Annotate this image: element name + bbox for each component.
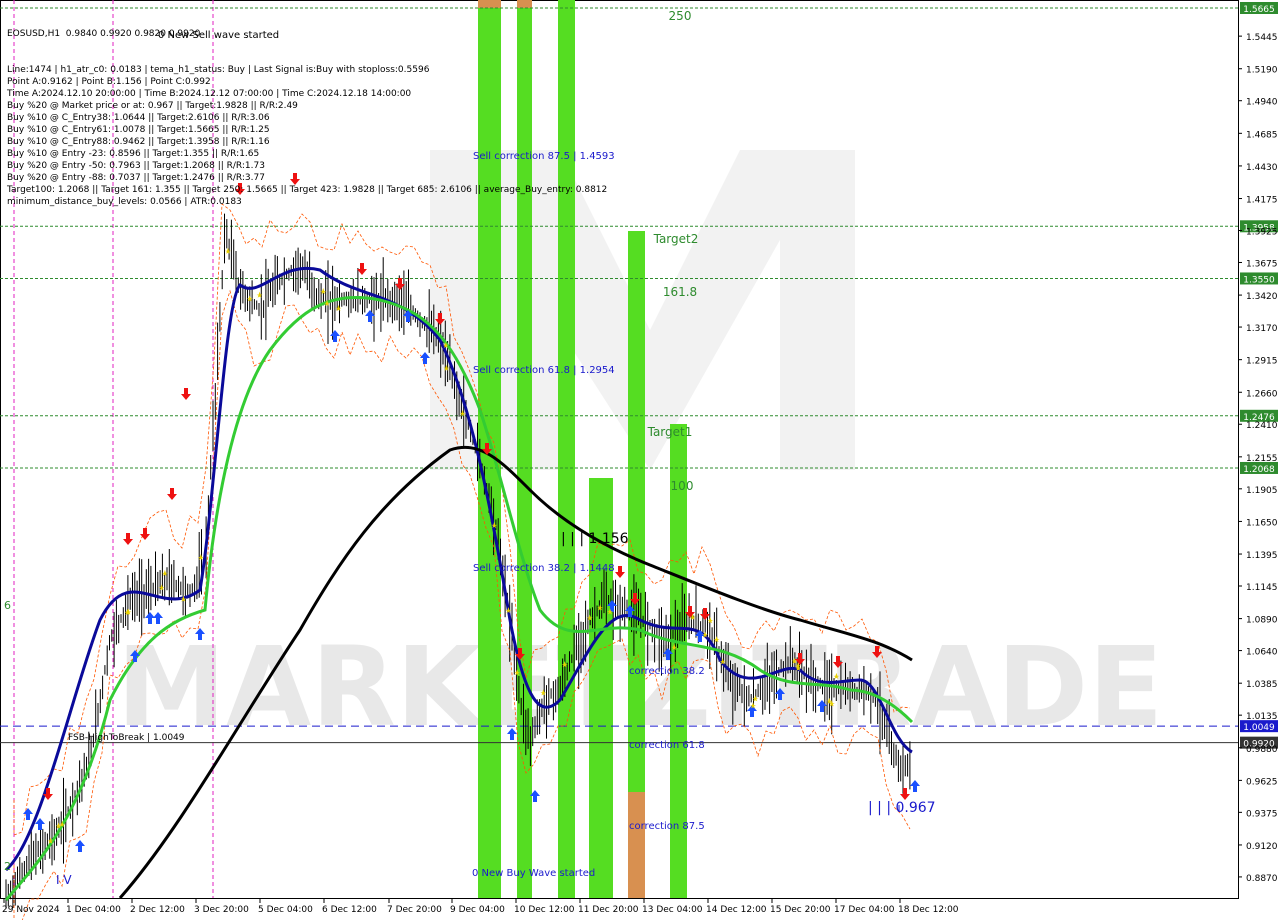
y-tick-label: 1.0890 <box>1246 616 1278 626</box>
annotation-label: Sell correction 38.2 | 1.1448 <box>473 563 615 574</box>
x-tick-label: 18 Dec 12:00 <box>898 905 959 915</box>
info-line: Buy %10 @ C_Entry38: 1.0644 || Target:2.… <box>7 113 270 123</box>
y-tick-label: 1.1905 <box>1246 486 1278 496</box>
x-tick-label: 13 Dec 04:00 <box>642 905 703 915</box>
info-line: Buy %10 @ C_Entry88: 0.9462 || Target:1.… <box>7 137 270 147</box>
x-tick-label: 14 Dec 12:00 <box>706 905 767 915</box>
annotation-label: 161.8 <box>663 285 697 299</box>
buy-arrow-icon <box>910 780 920 792</box>
y-tick-label: 1.3170 <box>1246 324 1278 334</box>
y-tick-label: 1.5190 <box>1246 66 1278 76</box>
y-tick-label: 1.3420 <box>1246 292 1278 302</box>
y-tick-label: 0.9120 <box>1246 842 1278 852</box>
annotation-label: Sell correction 61.8 | 1.2954 <box>473 365 615 376</box>
info-line: Buy %20 @ Entry -88: 0.7037 || Target:1.… <box>7 173 265 183</box>
zone-bar <box>628 792 645 898</box>
sell-arrow-icon <box>140 528 150 540</box>
x-tick-label: 17 Dec 04:00 <box>834 905 895 915</box>
x-tick-label: 29 Nov 2024 <box>2 905 60 915</box>
x-tick-label: 10 Dec 12:00 <box>514 905 575 915</box>
x-tick-label: 5 Dec 04:00 <box>258 905 313 915</box>
annotation-label: 100 <box>671 479 694 493</box>
buy-arrow-icon <box>420 352 430 364</box>
sell-arrow-icon <box>123 533 133 545</box>
y-tick-label: 1.1650 <box>1246 518 1278 528</box>
info-line: minimum_distance_buy_levels: 0.0566 | AT… <box>7 197 242 207</box>
signal-star-icon <box>158 584 165 591</box>
y-tick-label: 1.4430 <box>1246 163 1278 173</box>
y-tick-label: 1.1395 <box>1246 551 1278 561</box>
price-level-label: 1.0049 <box>1243 723 1275 733</box>
annotation-label: 6 <box>4 599 11 612</box>
y-tick-label: 0.9625 <box>1246 777 1278 787</box>
sell-arrow-icon <box>700 608 710 620</box>
annotation-label: Target2 <box>653 232 699 246</box>
y-tick-label: 1.2155 <box>1246 454 1278 464</box>
y-tick-label: 1.4175 <box>1246 196 1278 206</box>
x-tick-label: 11 Dec 20:00 <box>578 905 639 915</box>
y-tick-label: 0.9880 <box>1246 745 1278 755</box>
info-panel: EOSUSD,H1 0.9840 0.9920 0.9820 0.9920 Li… <box>7 4 607 207</box>
annotation-label: 250 <box>669 9 692 23</box>
sell-arrow-icon <box>181 388 191 400</box>
y-tick-label: 1.1145 <box>1246 583 1278 593</box>
x-tick-label: 3 Dec 20:00 <box>194 905 249 915</box>
x-tick-label: 2 Dec 12:00 <box>130 905 185 915</box>
y-tick-label: 0.8870 <box>1246 874 1278 884</box>
price-level-label: 1.3550 <box>1243 275 1275 285</box>
annotation-label: FSB-HighToBreak | 1.0049 <box>68 733 185 743</box>
info-line: Buy %10 @ Entry -23: 0.8596 || Target:1.… <box>7 149 260 159</box>
info-line: Point A:0.9162 | Point B:1.156 | Point C… <box>7 77 211 87</box>
x-tick-label: 7 Dec 20:00 <box>387 905 442 915</box>
y-tick-label: 1.3675 <box>1246 259 1278 269</box>
y-tick-label: 1.0385 <box>1246 680 1278 690</box>
y-tick-label: 1.2660 <box>1246 389 1278 399</box>
y-tick-label: 1.0640 <box>1246 648 1278 658</box>
info-line: Target100: 1.2068 || Target 161: 1.355 |… <box>7 185 608 195</box>
buy-arrow-icon <box>75 840 85 852</box>
sell-arrow-icon <box>615 566 625 578</box>
info-line: Time A:2024.12.10 20:00:00 | Time B:2024… <box>7 89 412 99</box>
sell-arrow-icon <box>357 263 367 275</box>
signal-star-icon <box>224 247 231 254</box>
y-tick-label: 1.4685 <box>1246 130 1278 140</box>
annotation-label: 2 <box>4 860 11 873</box>
annotation-label: Target1 <box>647 425 693 439</box>
price-level-label: 1.5665 <box>1243 5 1275 15</box>
x-tick-label: 15 Dec 20:00 <box>770 905 831 915</box>
info-line: Buy %20 @ Market price or at: 0.967 || T… <box>7 101 298 111</box>
annotation-label: correction 61.8 <box>629 740 705 751</box>
chart-root: MARKETZITRADE1.56651.39581.35501.24761.2… <box>0 0 1280 920</box>
buy-arrow-icon <box>330 330 340 342</box>
annotation-label: I V <box>56 873 72 887</box>
info-line: Buy %20 @ Entry -50: 0.7963 || Target:1.… <box>7 161 265 171</box>
y-tick-label: 1.4940 <box>1246 98 1278 108</box>
buy-arrow-icon <box>35 818 45 830</box>
price-level-label: 1.2068 <box>1243 465 1275 475</box>
y-tick-label: 1.3925 <box>1246 228 1278 238</box>
info-line: Line:1474 | h1_atr_c0: 0.0183 | tema_h1_… <box>7 65 430 75</box>
y-tick-label: 1.2410 <box>1246 421 1278 431</box>
y-tick-label: 0.9375 <box>1246 809 1278 819</box>
x-tick-label: 9 Dec 04:00 <box>450 905 505 915</box>
annotation-label: correction 38.2 <box>629 666 705 677</box>
sell-arrow-icon <box>900 788 910 800</box>
x-tick-label: 1 Dec 04:00 <box>66 905 121 915</box>
y-tick-label: 1.2915 <box>1246 357 1278 367</box>
signal-star-icon <box>335 304 342 311</box>
symbol-header: EOSUSD,H1 0.9840 0.9920 0.9820 0.9920 <box>7 29 201 39</box>
annotation-label: | | | 1.156 <box>561 531 629 547</box>
y-tick-label: 1.0135 <box>1246 712 1278 722</box>
annotation-label: 0 New Buy Wave started <box>472 868 595 879</box>
sell-arrow-icon <box>167 488 177 500</box>
y-tick-label: 1.5445 <box>1246 33 1278 43</box>
x-tick-label: 6 Dec 12:00 <box>322 905 377 915</box>
info-line: Buy %10 @ C_Entry61: 1.0078 || Target:1.… <box>7 125 270 135</box>
annotation-label: correction 87.5 <box>629 821 705 832</box>
annotation-label: | | | 0.967 <box>868 800 936 816</box>
